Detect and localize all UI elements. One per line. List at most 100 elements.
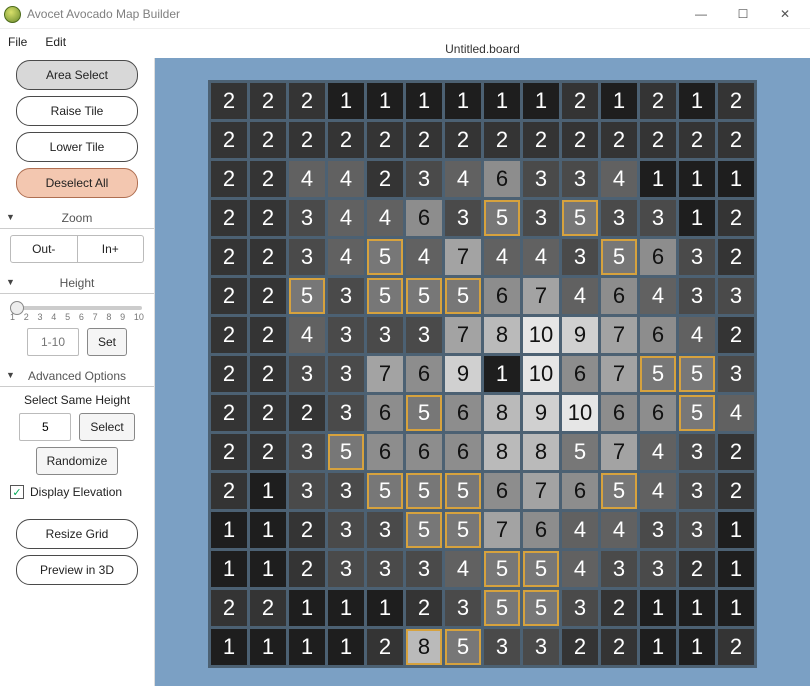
- tile[interactable]: 5: [523, 551, 559, 587]
- tile[interactable]: 2: [328, 122, 364, 158]
- tile[interactable]: 4: [328, 200, 364, 236]
- tile[interactable]: 2: [289, 122, 325, 158]
- tile[interactable]: 1: [289, 590, 325, 626]
- tile[interactable]: 7: [601, 434, 637, 470]
- tile[interactable]: 4: [562, 551, 598, 587]
- tile[interactable]: 6: [640, 317, 676, 353]
- tile[interactable]: 5: [523, 590, 559, 626]
- tile[interactable]: 3: [328, 473, 364, 509]
- tile[interactable]: 2: [250, 122, 286, 158]
- tile[interactable]: 1: [250, 512, 286, 548]
- tile[interactable]: 4: [289, 317, 325, 353]
- tile[interactable]: 5: [601, 473, 637, 509]
- tile[interactable]: 5: [562, 434, 598, 470]
- display-elevation-checkbox[interactable]: ✓: [10, 485, 24, 499]
- tile[interactable]: 5: [484, 551, 520, 587]
- tile[interactable]: 1: [367, 83, 403, 119]
- area-select-button[interactable]: Area Select: [16, 60, 138, 90]
- tile[interactable]: 2: [211, 200, 247, 236]
- tile[interactable]: 3: [718, 356, 754, 392]
- tile[interactable]: 6: [445, 434, 481, 470]
- tile[interactable]: 2: [718, 83, 754, 119]
- tile[interactable]: 1: [679, 161, 715, 197]
- tile[interactable]: 6: [523, 512, 559, 548]
- tile[interactable]: 2: [211, 83, 247, 119]
- tile[interactable]: 1: [679, 83, 715, 119]
- tile[interactable]: 7: [484, 512, 520, 548]
- tile[interactable]: 1: [718, 161, 754, 197]
- tile[interactable]: 2: [211, 278, 247, 314]
- lower-tile-button[interactable]: Lower Tile: [16, 132, 138, 162]
- tile[interactable]: 2: [718, 200, 754, 236]
- height-input[interactable]: [27, 328, 79, 356]
- tile[interactable]: 7: [523, 473, 559, 509]
- tile[interactable]: 3: [328, 512, 364, 548]
- tile[interactable]: 2: [250, 83, 286, 119]
- tile[interactable]: 4: [289, 161, 325, 197]
- tile[interactable]: 3: [289, 239, 325, 275]
- tile[interactable]: 5: [289, 278, 325, 314]
- tile[interactable]: 1: [328, 83, 364, 119]
- tile[interactable]: 3: [601, 200, 637, 236]
- tile[interactable]: 6: [484, 161, 520, 197]
- tile[interactable]: 5: [679, 356, 715, 392]
- tile[interactable]: 3: [562, 590, 598, 626]
- tile[interactable]: 4: [718, 395, 754, 431]
- close-button[interactable]: ✕: [764, 0, 806, 28]
- tile[interactable]: 5: [367, 278, 403, 314]
- tile[interactable]: 4: [640, 473, 676, 509]
- tile-grid[interactable]: 2221111112121222222222222222224423463341…: [208, 80, 757, 668]
- tile[interactable]: 2: [718, 122, 754, 158]
- tile[interactable]: 8: [484, 434, 520, 470]
- tile[interactable]: 2: [367, 122, 403, 158]
- slider-thumb[interactable]: [10, 301, 24, 315]
- tile[interactable]: 3: [328, 395, 364, 431]
- tile[interactable]: 2: [211, 317, 247, 353]
- tile[interactable]: 10: [523, 317, 559, 353]
- tile[interactable]: 1: [523, 83, 559, 119]
- menu-file[interactable]: File: [8, 35, 27, 49]
- tile[interactable]: 5: [484, 200, 520, 236]
- tile[interactable]: 3: [523, 200, 559, 236]
- tile[interactable]: 6: [367, 434, 403, 470]
- tile[interactable]: 2: [250, 239, 286, 275]
- tile[interactable]: 5: [484, 590, 520, 626]
- tile[interactable]: 9: [523, 395, 559, 431]
- tile[interactable]: 2: [406, 122, 442, 158]
- tile[interactable]: 5: [445, 278, 481, 314]
- tile[interactable]: 2: [406, 590, 442, 626]
- tile[interactable]: 2: [211, 239, 247, 275]
- select-same-height-button[interactable]: Select: [79, 413, 134, 441]
- tile[interactable]: 3: [406, 161, 442, 197]
- tile[interactable]: 2: [718, 629, 754, 665]
- tile[interactable]: 3: [523, 161, 559, 197]
- tile[interactable]: 3: [679, 434, 715, 470]
- tile[interactable]: 2: [289, 512, 325, 548]
- tile[interactable]: 4: [445, 161, 481, 197]
- tile[interactable]: 1: [640, 629, 676, 665]
- height-set-button[interactable]: Set: [87, 328, 127, 356]
- tile[interactable]: 9: [445, 356, 481, 392]
- tile[interactable]: 5: [367, 239, 403, 275]
- tile[interactable]: 2: [250, 278, 286, 314]
- tile[interactable]: 6: [640, 395, 676, 431]
- height-panel-header[interactable]: ▼ Height: [0, 273, 154, 294]
- tile[interactable]: 3: [445, 200, 481, 236]
- tile[interactable]: 1: [718, 590, 754, 626]
- tile[interactable]: 1: [328, 629, 364, 665]
- tile[interactable]: 3: [406, 551, 442, 587]
- tile[interactable]: 2: [211, 590, 247, 626]
- tile[interactable]: 2: [211, 395, 247, 431]
- tile[interactable]: 6: [601, 278, 637, 314]
- tile[interactable]: 6: [367, 395, 403, 431]
- tile[interactable]: 4: [367, 200, 403, 236]
- tile[interactable]: 1: [250, 473, 286, 509]
- tile[interactable]: 1: [718, 551, 754, 587]
- menu-edit[interactable]: Edit: [45, 35, 66, 49]
- tile[interactable]: 2: [601, 590, 637, 626]
- tile[interactable]: 3: [484, 629, 520, 665]
- tile[interactable]: 2: [250, 590, 286, 626]
- tile[interactable]: 2: [250, 161, 286, 197]
- tile[interactable]: 5: [328, 434, 364, 470]
- tile[interactable]: 5: [367, 473, 403, 509]
